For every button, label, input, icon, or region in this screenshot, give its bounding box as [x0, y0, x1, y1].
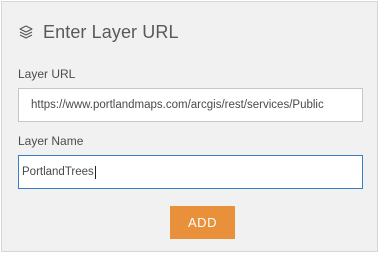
panel-title: Enter Layer URL [43, 21, 179, 42]
layer-name-value: PortlandTrees [22, 166, 94, 178]
layer-url-value: https://www.portlandmaps.com/arcgis/rest… [31, 99, 324, 111]
layer-name-label: Layer Name [18, 134, 84, 148]
layer-url-input[interactable]: https://www.portlandmaps.com/arcgis/rest… [18, 88, 363, 122]
layer-url-label: Layer URL [18, 67, 76, 81]
layers-icon [18, 24, 34, 40]
layer-name-input[interactable]: PortlandTrees [18, 155, 363, 189]
text-caret [94, 165, 96, 179]
add-button[interactable]: ADD [170, 206, 235, 239]
add-layer-panel: Enter Layer URL Layer URL https://www.po… [1, 1, 378, 252]
panel-header: Enter Layer URL [18, 20, 179, 44]
